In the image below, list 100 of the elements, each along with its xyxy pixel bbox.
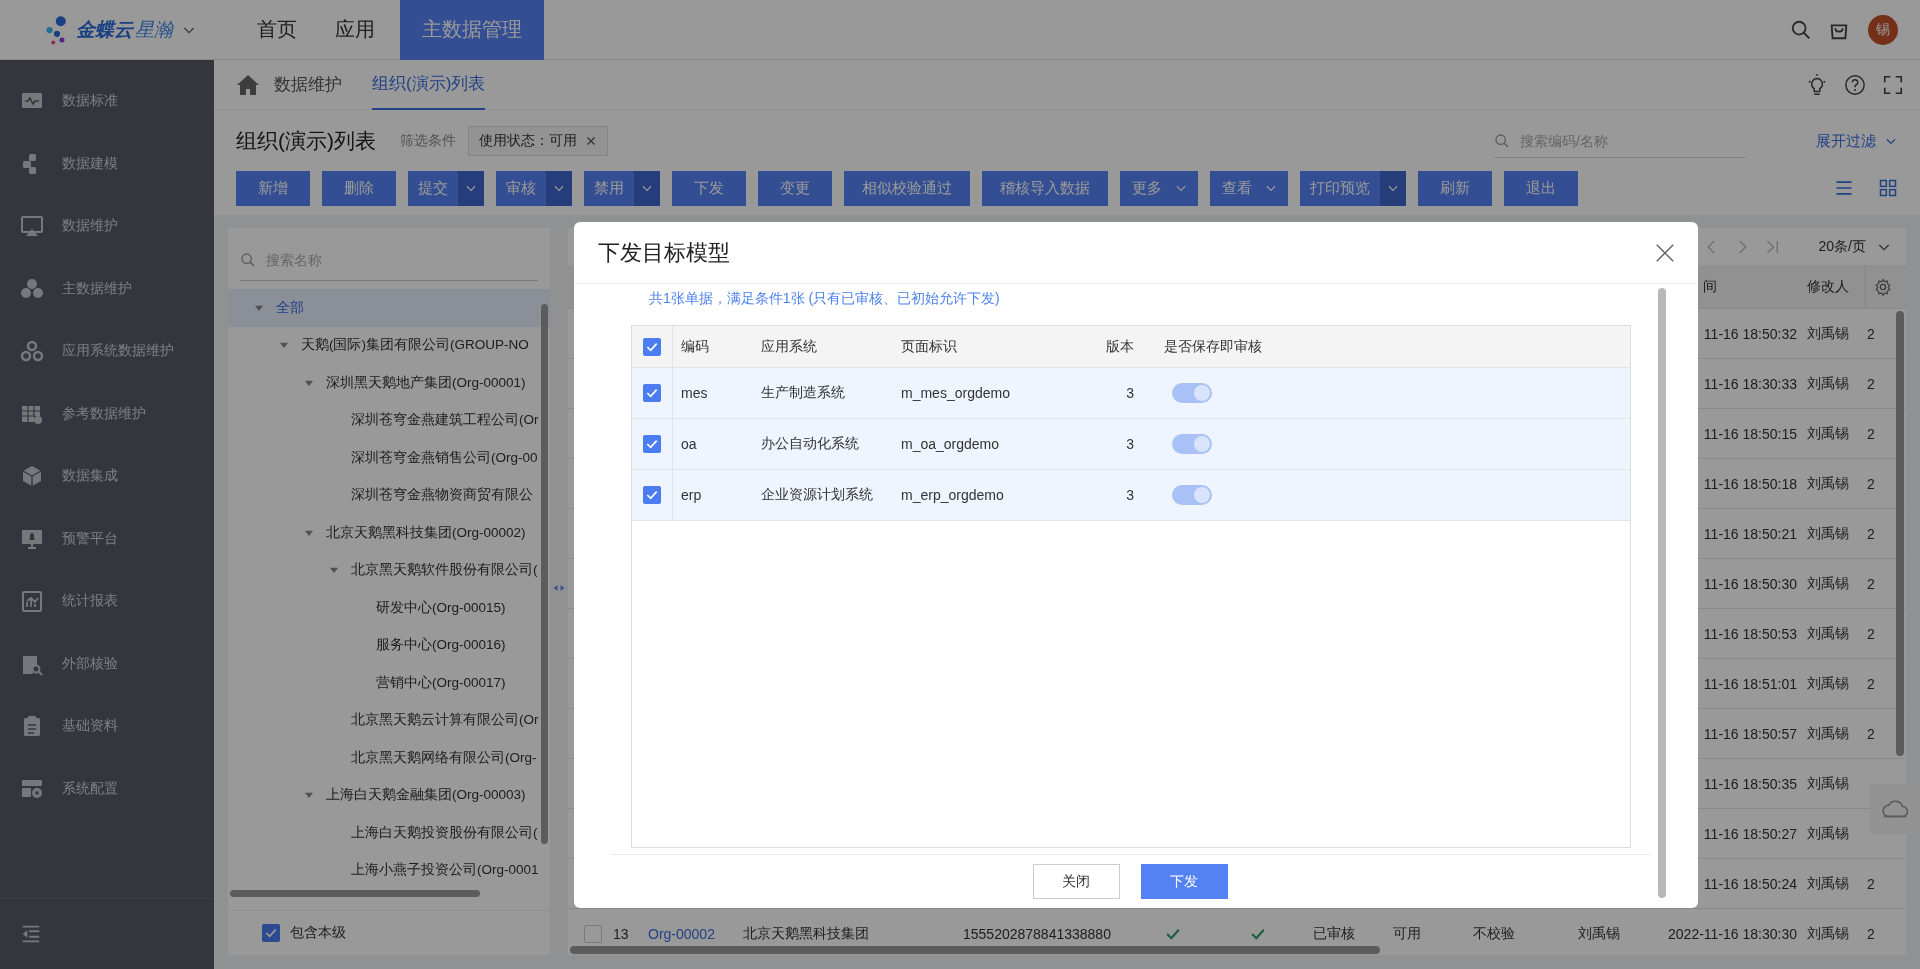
sidebar-item[interactable]: 应用系统数据维护	[0, 320, 214, 383]
nav-tab[interactable]: 主数据管理	[400, 0, 544, 60]
sidebar-item[interactable]: 参考数据维护	[0, 382, 214, 445]
tree-node[interactable]: 上海白天鹅金融集团(Org-00003)	[228, 776, 550, 814]
tree-node[interactable]: 上海小燕子投资公司(Org-0001	[228, 851, 550, 889]
horizontal-scrollbar[interactable]	[230, 890, 480, 897]
sidebar-item[interactable]: 统计报表	[0, 570, 214, 633]
checkbox[interactable]	[643, 486, 661, 504]
toolbar-button[interactable]: 审核	[496, 170, 546, 206]
toolbar-button[interactable]: 下发	[672, 170, 746, 206]
tree-node[interactable]: 深圳苍穹金燕建筑工程公司(Or	[228, 401, 550, 439]
breadcrumb-tab[interactable]: 数据维护	[274, 59, 342, 110]
toolbar-button[interactable]: 稽核导入数据	[982, 170, 1108, 206]
tree-node[interactable]: 天鹅(国际)集团有限公司(GROUP-NO	[228, 326, 550, 364]
toolbar-button[interactable]: 新增	[236, 170, 310, 206]
toolbar-button[interactable]: 删除	[322, 170, 396, 206]
table-cell: 北京天鹅黑科技集团	[743, 924, 869, 943]
table-cell: 刘禹锡	[1807, 474, 1849, 493]
toolbar-button[interactable]: 禁用	[584, 170, 634, 206]
menu-button[interactable]: 查看	[1210, 170, 1288, 206]
table-cell: 2	[1867, 875, 1875, 892]
toolbar-button[interactable]: 提交	[408, 170, 458, 206]
table-cell: 刘禹锡	[1807, 374, 1849, 393]
sidebar-item[interactable]: 外部核验	[0, 632, 214, 695]
horizontal-scrollbar[interactable]	[570, 946, 1380, 954]
home-icon[interactable]	[236, 72, 260, 97]
close-icon[interactable]	[1654, 241, 1676, 264]
confirm-button[interactable]: 下发	[1140, 864, 1228, 899]
tree-node[interactable]: 营销中心(Org-00017)	[228, 664, 550, 702]
column-header[interactable]: 是否保存即审核	[1164, 337, 1262, 356]
toolbar-button[interactable]: 相似校验通过	[844, 170, 970, 206]
toolbar-button[interactable]: 打印预览	[1300, 170, 1380, 206]
nav-tab[interactable]: 应用	[316, 0, 394, 60]
sidebar-item[interactable]: 主数据维护	[0, 257, 214, 320]
toolbar-button[interactable]: 变更	[758, 170, 832, 206]
sidebar-item[interactable]: 系统配置	[0, 757, 214, 820]
table-cell: 2	[1867, 575, 1875, 592]
settings-icon[interactable]	[1874, 277, 1892, 296]
vertical-scrollbar[interactable]	[541, 304, 548, 844]
dropdown-button[interactable]	[458, 170, 484, 206]
toolbar-button[interactable]: 退出	[1504, 170, 1578, 206]
tree-node[interactable]: 北京黑天鹅网络有限公司(Org-	[228, 739, 550, 777]
dropdown-button[interactable]	[546, 170, 572, 206]
column-header[interactable]: 版本	[1106, 337, 1134, 356]
sidebar-item[interactable]: 预警平台	[0, 507, 214, 570]
table-cell: 不校验	[1473, 924, 1515, 943]
expand-filter-link[interactable]: 展开过滤	[1816, 131, 1898, 151]
collapse-menu-icon[interactable]	[20, 923, 42, 945]
column-header[interactable]: 修改人	[1807, 277, 1849, 296]
sidebar-item[interactable]: 数据标准	[0, 70, 214, 133]
tree-node[interactable]: 北京黑天鹅软件股份有限公司(	[228, 551, 550, 589]
nav-tab[interactable]: 首页	[238, 0, 316, 60]
tree-node[interactable]: 北京天鹅黑科技集团(Org-00002)	[228, 514, 550, 552]
toggle-switch[interactable]	[1172, 485, 1212, 505]
grid-view-icon[interactable]	[1878, 178, 1898, 198]
checkbox[interactable]	[643, 435, 661, 453]
dialog-title: 下发目标模型	[598, 238, 730, 267]
toggle-switch[interactable]	[1172, 434, 1212, 454]
sidebar-item[interactable]: 数据集成	[0, 445, 214, 508]
tree-node[interactable]: 深圳黑天鹅地产集团(Org-00001)	[228, 364, 550, 402]
tree-node[interactable]: 上海白天鹅投资股份有限公司(	[228, 814, 550, 852]
tree-node[interactable]: 服务中心(Org-00016)	[228, 626, 550, 664]
sidebar-item[interactable]: 数据建模	[0, 132, 214, 195]
list-view-icon[interactable]	[1834, 178, 1854, 198]
checkbox[interactable]	[262, 924, 280, 942]
column-header[interactable]: 应用系统	[761, 337, 817, 356]
vertical-scrollbar[interactable]	[1896, 311, 1904, 756]
tree-node[interactable]: 深圳苍穹金燕销售公司(Org-00	[228, 439, 550, 477]
table-cell: 2	[1867, 475, 1875, 492]
dropdown-button[interactable]	[1380, 170, 1406, 206]
select-all-checkbox[interactable]	[643, 337, 661, 356]
page-size-select[interactable]: 20条/页	[1818, 237, 1892, 256]
checkbox[interactable]	[583, 924, 602, 943]
table-cell: 13	[613, 925, 629, 942]
close-button[interactable]: 关闭	[1032, 864, 1120, 899]
tree-node[interactable]: 全部	[228, 289, 550, 327]
column-header[interactable]: 编码	[681, 337, 709, 356]
avatar[interactable]: 锡	[1868, 14, 1898, 45]
column-header[interactable]: 间	[1703, 277, 1717, 296]
close-icon[interactable]	[585, 135, 597, 147]
code-link[interactable]: Org-00002	[648, 925, 715, 942]
lightbulb-icon[interactable]	[1806, 73, 1828, 96]
menu-button[interactable]: 更多	[1120, 170, 1198, 206]
checkbox[interactable]	[643, 384, 661, 402]
search-icon[interactable]	[1790, 18, 1812, 41]
sidebar-item[interactable]: 数据维护	[0, 195, 214, 258]
tree-node[interactable]: 研发中心(Org-00015)	[228, 589, 550, 627]
toolbar-button[interactable]: 刷新	[1418, 170, 1492, 206]
tree-node[interactable]: 北京黑天鹅云计算有限公司(Or	[228, 701, 550, 739]
fullscreen-icon[interactable]	[1882, 73, 1904, 96]
column-header[interactable]: 页面标识	[901, 337, 957, 356]
tree-node[interactable]: 深圳苍穹金燕物资商贸有限公	[228, 476, 550, 514]
dropdown-button[interactable]	[634, 170, 660, 206]
filter-label: 筛选条件	[400, 132, 456, 150]
filter-tag[interactable]: 使用状态：可用	[468, 126, 608, 156]
vertical-scrollbar[interactable]	[1658, 288, 1666, 898]
help-icon[interactable]	[1844, 73, 1866, 96]
toggle-switch[interactable]	[1172, 383, 1212, 403]
sidebar-item[interactable]: 基础资料	[0, 695, 214, 758]
table-cell: 刘禹锡	[1807, 824, 1849, 843]
